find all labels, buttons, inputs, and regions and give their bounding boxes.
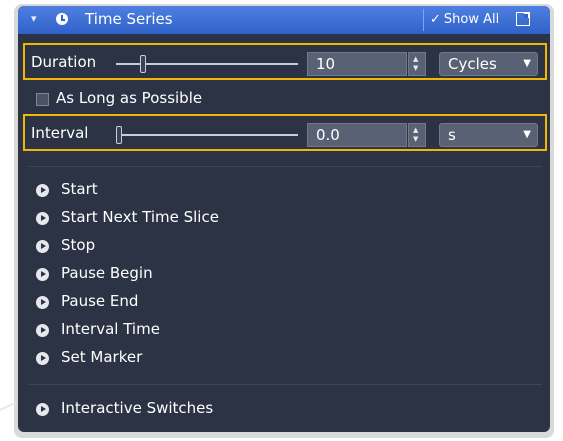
interactive-switches-label: Interactive Switches [61,399,214,417]
action-label: Pause End [61,292,139,310]
action-label: Stop [61,236,96,254]
duration-unit-dropdown[interactable]: Cycles ▼ [439,52,538,76]
spinner-down-icon[interactable]: ▼ [413,135,418,143]
time-series-panel: ▾ Time Series ✓ Show All Duration 10 ▲ ▼ … [18,6,550,432]
play-circle-icon [36,268,49,281]
clock-icon [56,13,68,25]
action-label: Start [61,180,98,198]
as-long-as-possible-checkbox[interactable] [36,93,49,106]
duration-spinner[interactable]: ▲ ▼ [408,52,426,76]
interactive-switches-item[interactable]: Interactive Switches [18,397,550,423]
panel-title: Time Series [85,10,173,28]
play-circle-icon [36,212,49,225]
spinner-up-icon[interactable]: ▲ [413,126,418,134]
show-all-label: Show All [443,12,500,27]
checkmark-icon: ✓ [430,12,441,27]
play-circle-icon [36,296,49,309]
divider [28,384,542,385]
action-item[interactable]: Stop [18,234,550,260]
action-label: Set Marker [61,348,143,366]
action-item[interactable]: Start [18,178,550,204]
play-circle-icon [36,352,49,365]
popout-icon[interactable] [516,12,530,26]
duration-label: Duration [31,53,97,71]
play-circle-icon [36,324,49,337]
action-item[interactable]: Pause Begin [18,262,550,288]
action-item[interactable]: Start Next Time Slice [18,206,550,232]
corner-watermark-mark: ⁄ [0,393,15,426]
action-label: Start Next Time Slice [61,208,219,226]
duration-slider-thumb[interactable] [140,55,146,73]
play-circle-icon [36,403,49,416]
spinner-up-icon[interactable]: ▲ [413,55,418,63]
play-circle-icon [36,240,49,253]
interval-slider-track[interactable] [116,134,298,136]
as-long-as-possible-label[interactable]: As Long as Possible [56,89,202,107]
interval-label: Interval [31,124,89,142]
interval-value-field[interactable]: 0.0 [307,123,407,147]
interval-unit-dropdown[interactable]: s ▼ [439,123,538,147]
show-all-button[interactable]: ✓ Show All [423,9,513,31]
action-item[interactable]: Interval Time [18,318,550,344]
action-item[interactable]: Pause End [18,290,550,316]
interval-spinner[interactable]: ▲ ▼ [408,123,426,147]
play-circle-icon [36,184,49,197]
action-label: Pause Begin [61,264,153,282]
chevron-down-icon: ▼ [523,58,531,69]
interval-unit-value: s [448,126,456,144]
action-label: Interval Time [61,320,160,338]
collapse-arrow-icon[interactable]: ▾ [31,12,37,25]
chevron-down-icon: ▼ [523,129,531,140]
interval-slider-thumb[interactable] [116,126,122,144]
divider [28,166,542,167]
duration-unit-value: Cycles [448,55,497,73]
panel-header[interactable]: ▾ Time Series ✓ Show All [18,6,550,34]
spinner-down-icon[interactable]: ▼ [413,64,418,72]
action-item[interactable]: Set Marker [18,346,550,372]
duration-value-field[interactable]: 10 [307,52,407,76]
